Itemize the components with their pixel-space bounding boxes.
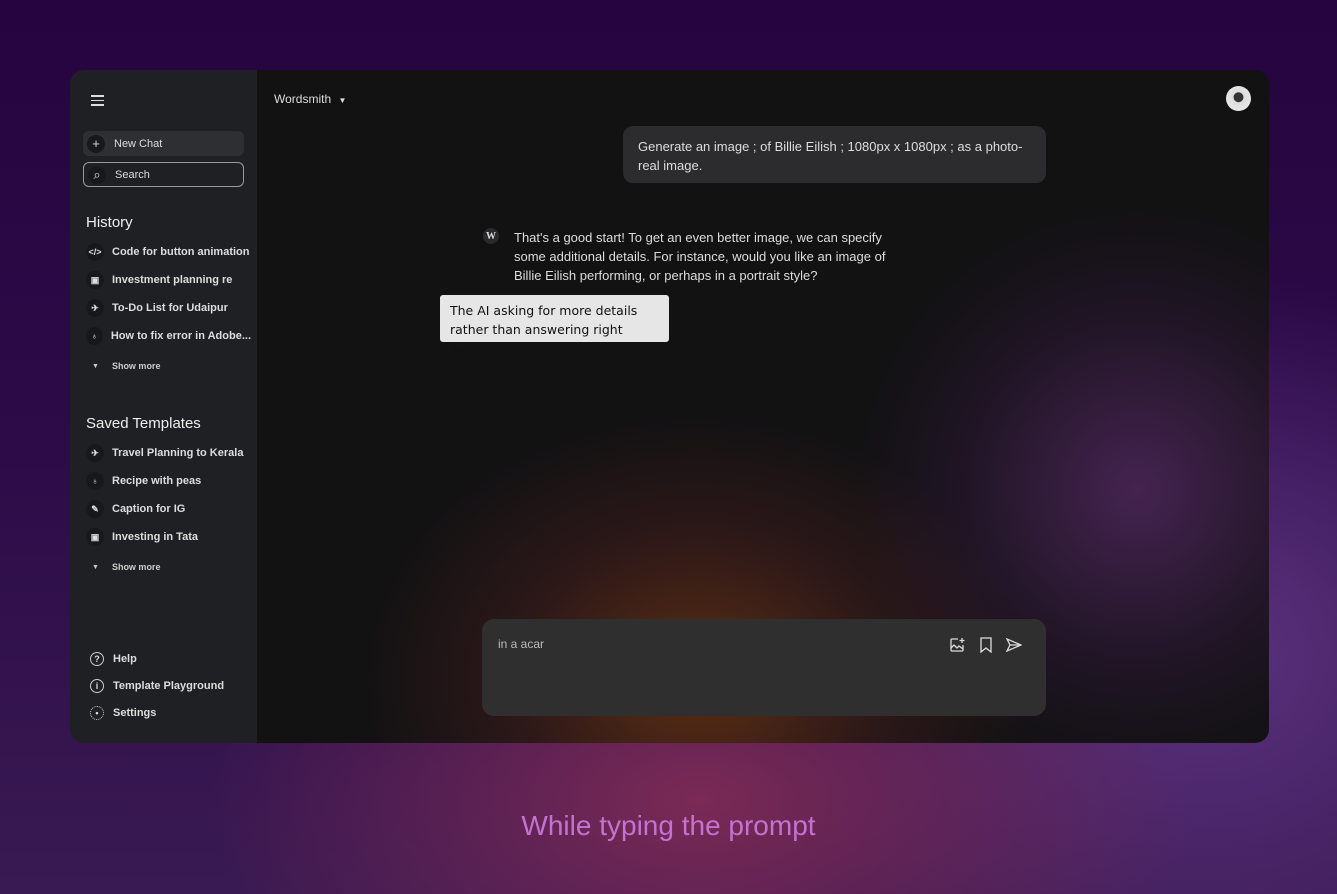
- item-label: Code for button animation: [112, 246, 250, 258]
- plus-icon: +: [87, 134, 105, 153]
- new-chat-label: New Chat: [114, 137, 163, 150]
- history-show-more[interactable]: ▼ Show more: [92, 361, 160, 371]
- history-heading: History: [86, 214, 133, 231]
- prompt-composer[interactable]: in a acar: [482, 619, 1046, 716]
- item-label: To-Do List for Udaipur: [112, 302, 228, 314]
- bulb-icon: ♁: [86, 472, 104, 490]
- item-label: Travel Planning to Kerala: [112, 447, 244, 459]
- app-window: + New Chat ⌕ Search History </> Code for bu…: [70, 70, 1269, 743]
- caret-down-icon: ▼: [92, 563, 99, 571]
- bookmark-icon[interactable]: [977, 636, 995, 654]
- caret-down-icon: ▼: [92, 362, 99, 370]
- history-item[interactable]: </> Code for button animation: [86, 243, 251, 261]
- gear-icon: •: [90, 706, 104, 720]
- search-input[interactable]: ⌕ Search: [83, 162, 244, 187]
- ai-message: That's a good start! To get an even bett…: [514, 230, 886, 283]
- history-item[interactable]: ▣ Investment planning re: [86, 271, 251, 289]
- template-playground-link[interactable]: i Template Playground: [90, 679, 224, 693]
- template-playground-label: Template Playground: [113, 680, 225, 692]
- chat-area: Wordsmith ▼ Generate an image ; of Billi…: [257, 70, 1269, 743]
- plane-icon: ✈: [86, 444, 104, 462]
- caption: While typing the prompt: [521, 810, 816, 841]
- item-label: Investing in Tata: [112, 531, 198, 543]
- help-icon: ?: [90, 652, 104, 666]
- template-item[interactable]: ✈ Travel Planning to Kerala: [86, 444, 251, 462]
- search-icon: ⌕: [88, 165, 106, 184]
- caret-down-icon: ▼: [338, 96, 347, 105]
- template-item[interactable]: ✎ Caption for IG: [86, 500, 251, 518]
- annotation-note: The AI asking for more details rather th…: [440, 295, 669, 356]
- info-icon: i: [90, 679, 104, 693]
- bulb-icon: ♁: [86, 327, 103, 345]
- pencil-icon: ✎: [86, 500, 104, 518]
- avatar[interactable]: [1226, 86, 1251, 111]
- settings-label: Settings: [113, 707, 157, 719]
- code-icon: </>: [86, 243, 104, 261]
- template-item[interactable]: ♁ Recipe with peas: [86, 472, 251, 490]
- user-message: Generate an image ; of Billie Eilish ; 1…: [623, 126, 1046, 183]
- search-placeholder: Search: [115, 168, 150, 181]
- template-item[interactable]: ▣ Investing in Tata: [86, 528, 251, 546]
- chart-icon: ▣: [86, 271, 104, 289]
- item-label: Investment planning re: [112, 274, 233, 286]
- history-item[interactable]: ♁ How to fix error in Adobe...: [86, 327, 251, 345]
- show-more-label: Show more: [111, 562, 161, 572]
- item-label: Caption for IG: [112, 503, 186, 515]
- help-label: Help: [113, 653, 137, 665]
- menu-icon[interactable]: [91, 92, 104, 109]
- item-label: How to fix error in Adobe...: [110, 330, 251, 342]
- templates-heading: Saved Templates: [86, 415, 201, 432]
- history-item[interactable]: ✈ To-Do List for Udaipur: [86, 299, 251, 317]
- plane-icon: ✈: [86, 299, 104, 317]
- model-name: Wordsmith: [274, 92, 332, 106]
- settings-link[interactable]: • Settings: [90, 706, 156, 720]
- chart-icon: ▣: [86, 528, 104, 546]
- help-link[interactable]: ? Help: [90, 652, 137, 666]
- send-icon[interactable]: [1005, 636, 1023, 654]
- model-selector[interactable]: Wordsmith ▼: [274, 92, 346, 106]
- new-chat-button[interactable]: + New Chat: [83, 131, 244, 156]
- templates-show-more[interactable]: ▼ Show more: [92, 562, 160, 572]
- add-image-icon[interactable]: [948, 636, 966, 654]
- item-label: Recipe with peas: [112, 475, 202, 487]
- prompt-input[interactable]: in a acar: [498, 637, 544, 651]
- sidebar: + New Chat ⌕ Search History </> Code for bu…: [70, 70, 257, 743]
- show-more-label: Show more: [111, 361, 161, 371]
- ai-logo-icon: W: [483, 228, 499, 244]
